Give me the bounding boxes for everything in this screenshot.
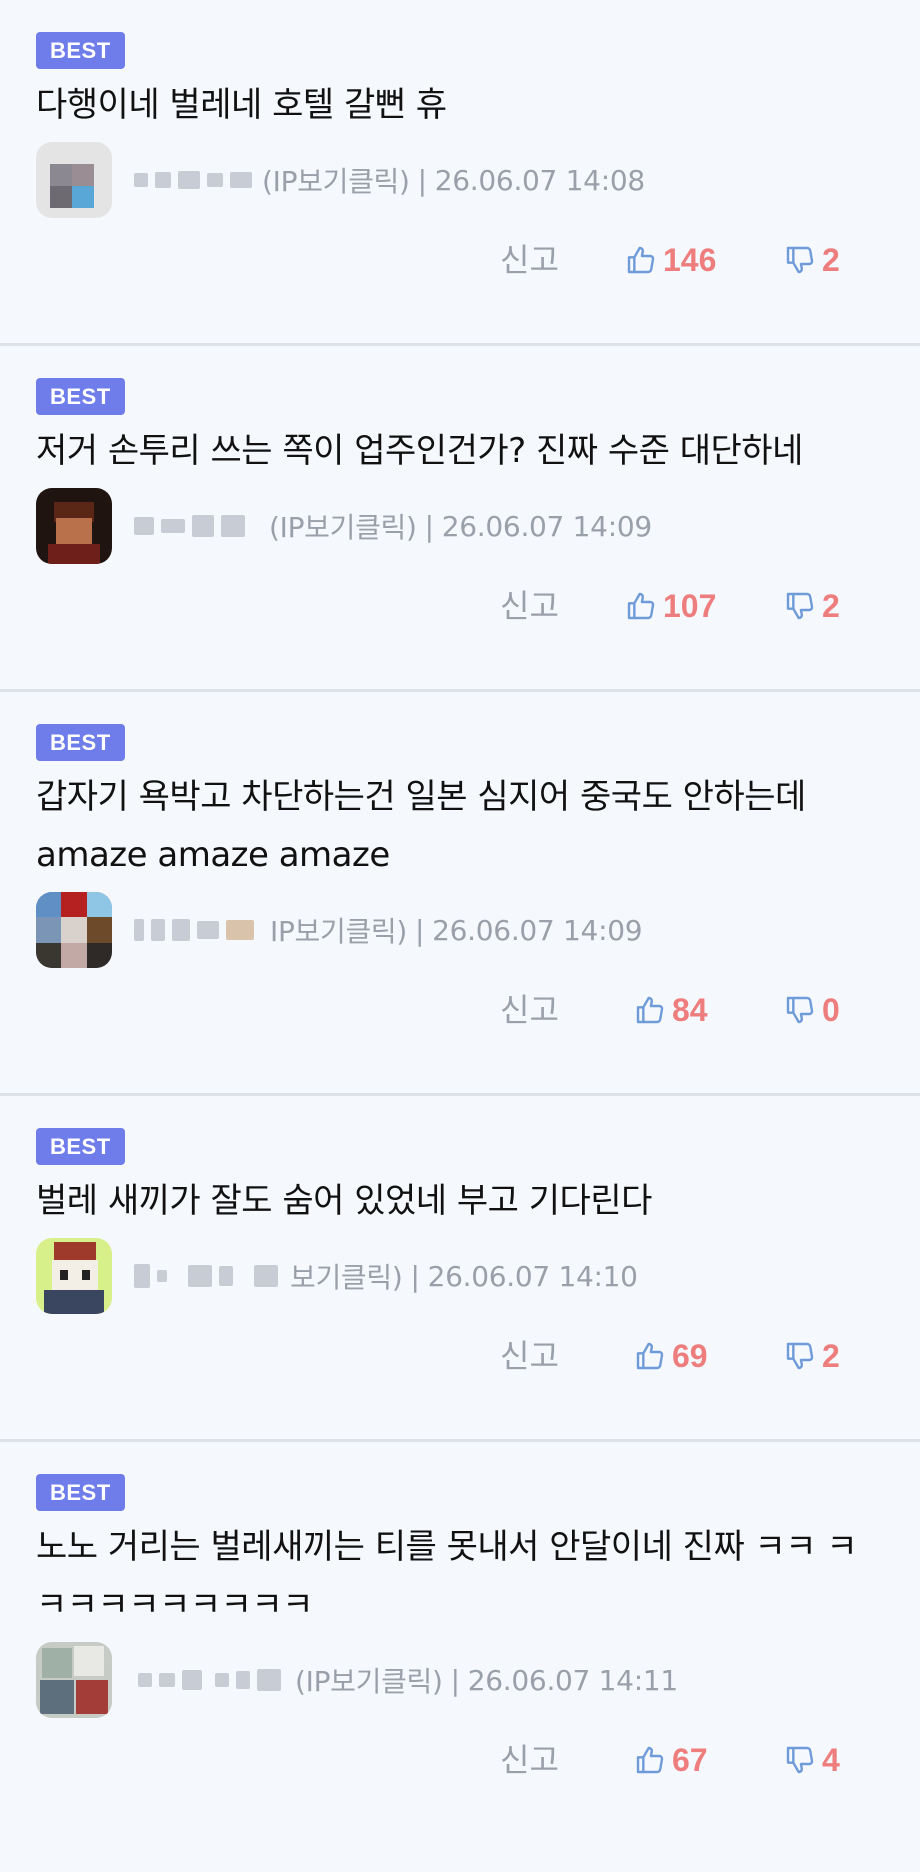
nickname[interactable]	[134, 171, 252, 189]
ip-view-link[interactable]: (IP보기클릭)	[295, 1660, 443, 1700]
best-badge: BEST	[36, 32, 125, 69]
meta-separator: |	[417, 163, 427, 197]
avatar[interactable]	[36, 1642, 112, 1718]
thumbs-up-icon	[634, 1340, 666, 1372]
upvote-count: 67	[672, 1741, 708, 1778]
nickname[interactable]	[134, 919, 254, 941]
downvote-count: 2	[822, 587, 840, 624]
nickname[interactable]	[134, 515, 245, 537]
downvote-button[interactable]: 2	[784, 1326, 840, 1386]
ip-view-link[interactable]: (IP보기클릭)	[262, 160, 410, 200]
ip-view-link[interactable]: IP보기클릭)	[270, 910, 407, 950]
ip-view-link[interactable]: (IP보기클릭)	[269, 506, 417, 546]
comment-text: 벌레 새끼가 잘도 숨어 있었네 부고 기다린다	[36, 1181, 652, 1221]
comment-meta: (IP보기클릭) | 26.06.07 14:09	[36, 486, 652, 566]
thumbs-down-icon	[784, 994, 816, 1026]
thumbs-down-icon	[784, 590, 816, 622]
comment-date: 26.06.07 14:11	[467, 1663, 678, 1697]
upvote-button[interactable]: 146	[625, 230, 716, 290]
best-badge: BEST	[36, 378, 125, 415]
upvote-count: 84	[672, 991, 708, 1028]
ip-view-link[interactable]: 보기클릭)	[290, 1256, 403, 1296]
thumbs-up-icon	[625, 590, 657, 622]
comment-date: 26.06.07 14:10	[427, 1259, 638, 1293]
thumbs-down-icon	[784, 1744, 816, 1776]
comment-meta: 보기클릭) | 26.06.07 14:10	[36, 1236, 638, 1316]
downvote-count: 2	[822, 241, 840, 278]
comment-text: 다행이네 벌레네 호텔 갈뻔 휴	[36, 85, 447, 125]
comment-date: 26.06.07 14:09	[432, 913, 643, 947]
report-button[interactable]: 신고	[500, 980, 559, 1040]
avatar[interactable]	[36, 892, 112, 968]
comment-text: 갑자기 욕박고 차단하는건 일본 심지어 중국도 안하는데 amaze amaz…	[36, 777, 806, 875]
comment-item: BEST 저거 손투리 쓰는 쪽이 업주인건가? 진짜 수준 대단하네 (IP보…	[0, 346, 920, 692]
thumbs-up-icon	[625, 244, 657, 276]
thumbs-up-icon	[634, 1744, 666, 1776]
comment-text: 노노 거리는 벌레새끼는 티를 못내서 안달이네 진짜 ㅋㅋ ㅋㅋㅋㅋㅋㅋㅋㅋㅋ…	[36, 1527, 858, 1625]
comment-actions: 신고 69 2	[0, 1326, 920, 1386]
comment-meta: (IP보기클릭) | 26.06.07 14:11	[36, 1640, 678, 1720]
best-badge: BEST	[36, 724, 125, 761]
downvote-count: 2	[822, 1337, 840, 1374]
comment-actions: 신고 146 2	[0, 230, 920, 290]
downvote-button[interactable]: 2	[784, 576, 840, 636]
comment-actions: 신고 107 2	[0, 576, 920, 636]
upvote-button[interactable]: 107	[625, 576, 716, 636]
thumbs-down-icon	[784, 1340, 816, 1372]
downvote-button[interactable]: 0	[784, 980, 840, 1040]
downvote-count: 0	[822, 991, 840, 1028]
upvote-count: 146	[663, 241, 717, 278]
report-button[interactable]: 신고	[500, 230, 559, 290]
comment-text: 저거 손투리 쓰는 쪽이 업주인건가? 진짜 수준 대단하네	[36, 431, 803, 471]
report-button[interactable]: 신고	[500, 1326, 559, 1386]
comment-item: BEST 노노 거리는 벌레새끼는 티를 못내서 안달이네 진짜 ㅋㅋ ㅋㅋㅋㅋ…	[0, 1442, 920, 1872]
meta-separator: |	[415, 913, 425, 947]
avatar[interactable]	[36, 488, 112, 564]
best-badge: BEST	[36, 1474, 125, 1511]
thumbs-up-icon	[634, 994, 666, 1026]
meta-separator: |	[424, 509, 434, 543]
downvote-button[interactable]: 2	[784, 230, 840, 290]
comment-date: 26.06.07 14:08	[434, 163, 645, 197]
downvote-count: 4	[822, 1741, 840, 1778]
best-badge: BEST	[36, 1128, 125, 1165]
upvote-button[interactable]: 84	[634, 980, 708, 1040]
meta-separator: |	[450, 1663, 460, 1697]
comment-item: BEST 갑자기 욕박고 차단하는건 일본 심지어 중국도 안하는데 amaze…	[0, 692, 920, 1096]
nickname[interactable]	[134, 1669, 281, 1691]
thumbs-down-icon	[784, 244, 816, 276]
upvote-count: 107	[663, 587, 717, 624]
avatar[interactable]	[36, 142, 112, 218]
comment-item: BEST 다행이네 벌레네 호텔 갈뻔 휴 (IP보기클릭) | 26.06.0…	[0, 0, 920, 346]
comment-meta: IP보기클릭) | 26.06.07 14:09	[36, 890, 643, 970]
upvote-button[interactable]: 67	[634, 1730, 708, 1790]
comment-meta: (IP보기클릭) | 26.06.07 14:08	[36, 140, 645, 220]
comment-item: BEST 벌레 새끼가 잘도 숨어 있었네 부고 기다린다 보기클릭) | 26…	[0, 1096, 920, 1442]
comment-actions: 신고 67 4	[0, 1730, 920, 1790]
report-button[interactable]: 신고	[500, 576, 559, 636]
comment-date: 26.06.07 14:09	[441, 509, 652, 543]
nickname[interactable]	[134, 1264, 278, 1288]
meta-separator: |	[410, 1259, 420, 1293]
upvote-count: 69	[672, 1337, 708, 1374]
comment-actions: 신고 84 0	[0, 980, 920, 1040]
downvote-button[interactable]: 4	[784, 1730, 840, 1790]
report-button[interactable]: 신고	[500, 1730, 559, 1790]
upvote-button[interactable]: 69	[634, 1326, 708, 1386]
avatar[interactable]	[36, 1238, 112, 1314]
